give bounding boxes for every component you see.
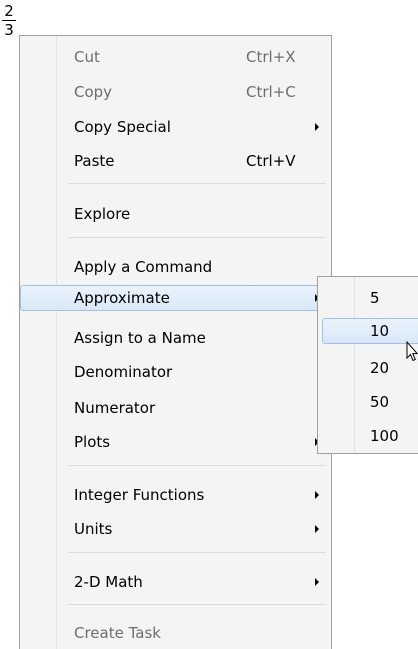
menu-item-label: Copy	[74, 83, 113, 101]
menu-item-plots[interactable]: Plots	[20, 429, 331, 455]
menu-separator	[68, 604, 326, 605]
submenu-item-label: 50	[370, 393, 390, 411]
menu-item-shortcut: Ctrl+X	[246, 48, 296, 66]
menu-item-label: 2-D Math	[74, 573, 143, 591]
menu-item-label: Apply a Command	[74, 258, 213, 276]
menu-item-shortcut: Ctrl+V	[246, 152, 296, 170]
menu-item-assign-to-a-name[interactable]: Assign to a Name	[20, 325, 331, 351]
context-menu: Cut Ctrl+X Copy Ctrl+C Copy Special Past…	[19, 35, 332, 649]
menu-item-label: Copy Special	[74, 118, 171, 136]
menu-item-label: Approximate	[74, 289, 170, 307]
submenu-item-label: 10	[370, 322, 390, 340]
menu-item-shortcut: Ctrl+C	[246, 83, 296, 101]
menu-item-label: Numerator	[74, 399, 156, 417]
mouse-pointer-icon	[406, 341, 418, 362]
submenu-item-label: 5	[370, 289, 380, 307]
menu-item-2d-math[interactable]: 2-D Math	[20, 569, 331, 595]
submenu-arrow-icon	[315, 491, 319, 499]
menu-item-label: Plots	[74, 433, 111, 451]
submenu-item-10[interactable]: 10	[322, 318, 418, 344]
submenu-arrow-icon	[315, 525, 319, 533]
menu-separator	[68, 237, 326, 238]
menu-separator	[68, 183, 326, 184]
menu-item-label: Explore	[74, 205, 131, 223]
submenu-arrow-icon	[315, 123, 319, 131]
menu-item-integer-functions[interactable]: Integer Functions	[20, 482, 331, 508]
menu-item-units[interactable]: Units	[20, 516, 331, 542]
fraction-denominator: 3	[4, 21, 14, 39]
menu-item-copy-special[interactable]: Copy Special	[20, 114, 331, 140]
menu-separator	[68, 552, 326, 553]
menu-item-label: Create Task	[74, 624, 161, 642]
menu-item-label: Units	[74, 520, 113, 538]
menu-item-label: Paste	[74, 152, 115, 170]
fraction-numerator: 2	[4, 2, 14, 20]
submenu-item-label: 20	[370, 359, 390, 377]
submenu-arrow-icon	[315, 578, 319, 586]
menu-item-label: Integer Functions	[74, 486, 205, 504]
menu-item-paste[interactable]: Paste Ctrl+V	[20, 148, 331, 174]
approximate-submenu: 5 10 20 50 100	[317, 276, 418, 454]
menu-item-denominator[interactable]: Denominator	[20, 359, 331, 385]
menu-item-explore[interactable]: Explore	[20, 201, 331, 227]
submenu-item-50[interactable]: 50	[318, 389, 418, 415]
menu-item-create-task[interactable]: Create Task	[20, 620, 331, 646]
menu-item-approximate[interactable]: Approximate	[20, 285, 331, 311]
menu-item-label: Cut	[74, 48, 100, 66]
fraction-expression[interactable]: 2 3	[2, 3, 16, 38]
menu-item-label: Assign to a Name	[74, 329, 206, 347]
menu-item-copy[interactable]: Copy Ctrl+C	[20, 79, 331, 105]
menu-separator	[68, 465, 326, 466]
menu-item-cut[interactable]: Cut Ctrl+X	[20, 44, 331, 70]
submenu-item-100[interactable]: 100	[318, 423, 418, 449]
submenu-item-label: 100	[370, 427, 399, 445]
menu-item-numerator[interactable]: Numerator	[20, 395, 331, 421]
menu-item-label: Denominator	[74, 363, 173, 381]
submenu-item-20[interactable]: 20	[318, 355, 418, 381]
menu-item-apply-a-command[interactable]: Apply a Command	[20, 254, 331, 280]
submenu-item-5[interactable]: 5	[318, 285, 418, 311]
